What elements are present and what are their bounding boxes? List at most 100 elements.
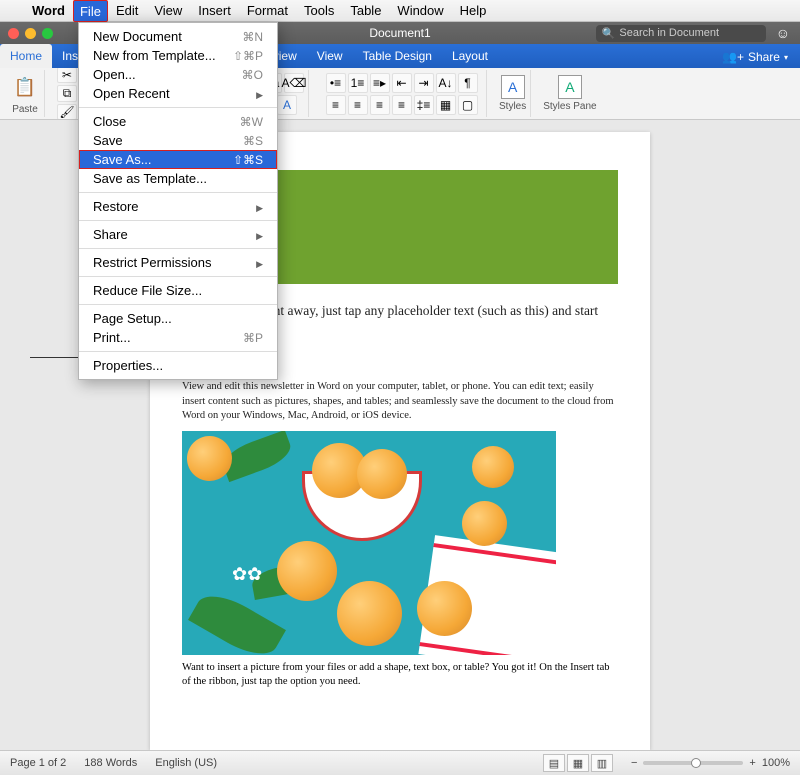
menu-item-reduce-file-size[interactable]: Reduce File Size... (79, 281, 277, 300)
styles-pane-button[interactable]: A (558, 75, 582, 99)
zoom-out[interactable]: − (631, 757, 637, 769)
menu-item-open[interactable]: Open...⌘O (79, 65, 277, 84)
menu-separator (79, 304, 277, 305)
search-placeholder: Search in Document (619, 27, 719, 39)
bullets[interactable]: •≡ (326, 73, 346, 93)
menu-shortcut: ⇧⌘S (233, 153, 263, 167)
menu-item-share[interactable]: Share (79, 225, 277, 244)
menu-view[interactable]: View (146, 0, 190, 22)
multilevel[interactable]: ≡▸ (370, 73, 390, 93)
view-buttons: ▤ ▦ ▥ (543, 754, 613, 772)
submenu-arrow-icon (256, 227, 263, 242)
menu-separator (79, 248, 277, 249)
menu-file[interactable]: File (73, 0, 108, 22)
shading[interactable]: ▦ (436, 95, 456, 115)
menu-item-label: Properties... (93, 358, 163, 373)
justify[interactable]: ≡ (392, 95, 412, 115)
align-left[interactable]: ≡ (326, 95, 346, 115)
menu-item-page-setup[interactable]: Page Setup... (79, 309, 277, 328)
zoom-value[interactable]: 100% (762, 757, 790, 769)
indent-right[interactable]: ⇥ (414, 73, 434, 93)
close-window[interactable] (8, 28, 19, 39)
menu-item-open-recent[interactable]: Open Recent (79, 84, 277, 103)
print-layout-view[interactable]: ▤ (543, 754, 565, 772)
menu-item-label: Restrict Permissions (93, 255, 211, 270)
sort[interactable]: A↓ (436, 73, 456, 93)
menu-separator (79, 107, 277, 108)
paragraph-group: •≡ 1≡ ≡▸ ⇤ ⇥ A↓ ¶ ≡ ≡ ≡ ≡ ‡≡ ▦ ▢ (317, 70, 487, 117)
submenu-arrow-icon (256, 199, 263, 214)
menu-item-properties[interactable]: Properties... (79, 356, 277, 375)
menu-insert[interactable]: Insert (190, 0, 239, 22)
tab-view[interactable]: View (307, 44, 353, 68)
search-icon: 🔍 (602, 27, 616, 40)
caption-text[interactable]: Want to insert a picture from your files… (182, 661, 618, 689)
clear-format[interactable]: A⌫ (284, 73, 304, 93)
web-layout-view[interactable]: ▦ (567, 754, 589, 772)
text-effects[interactable]: A (277, 95, 297, 115)
body-text[interactable]: View and edit this newsletter in Word on… (182, 380, 618, 423)
menu-item-label: New Document (93, 29, 182, 44)
styles-group: A Styles (495, 70, 531, 117)
menu-table[interactable]: Table (342, 0, 389, 22)
zoom-slider[interactable] (643, 761, 743, 765)
outline-view[interactable]: ▥ (591, 754, 613, 772)
menu-item-save-as-template[interactable]: Save as Template... (79, 169, 277, 188)
styles-gallery[interactable]: A (501, 75, 525, 99)
menu-item-label: Share (93, 227, 128, 242)
menu-item-label: Page Setup... (93, 311, 172, 326)
menu-item-label: Restore (93, 199, 139, 214)
menu-tools[interactable]: Tools (296, 0, 342, 22)
tab-table-design[interactable]: Table Design (353, 44, 442, 68)
menu-item-new-from-template[interactable]: New from Template...⇧⌘P (79, 46, 277, 65)
paste-label: Paste (12, 104, 38, 115)
language[interactable]: English (US) (155, 757, 217, 769)
menu-item-save[interactable]: Save⌘S (79, 131, 277, 150)
paste-icon[interactable]: 📋 (10, 72, 40, 102)
app-name[interactable]: Word (24, 0, 73, 22)
styles-pane-label: Styles Pane (543, 101, 596, 112)
word-count[interactable]: 188 Words (84, 757, 137, 769)
align-right[interactable]: ≡ (370, 95, 390, 115)
mac-menubar: Word File Edit View Insert Format Tools … (0, 0, 800, 22)
menu-item-new-document[interactable]: New Document ⌘N (79, 27, 277, 46)
share-icon: 👥+ (722, 50, 744, 64)
menu-item-label: Open... (93, 67, 136, 82)
menu-item-print[interactable]: Print...⌘P (79, 328, 277, 347)
menu-item-close[interactable]: Close⌘W (79, 112, 277, 131)
tab-home[interactable]: Home (0, 44, 52, 68)
share-button[interactable]: 👥+Share▾ (710, 46, 800, 68)
zoom-window[interactable] (42, 28, 53, 39)
copy-button[interactable]: ⧉ (57, 85, 77, 102)
submenu-arrow-icon (256, 86, 263, 101)
menu-item-save-as[interactable]: Save As... ⇧⌘S (79, 150, 277, 169)
zoom-in[interactable]: + (749, 757, 755, 769)
menu-help[interactable]: Help (452, 0, 495, 22)
traffic-lights (0, 28, 61, 39)
align-center[interactable]: ≡ (348, 95, 368, 115)
format-painter[interactable]: 🖌 (57, 104, 77, 120)
menu-item-label: Print... (93, 330, 131, 345)
line-spacing[interactable]: ‡≡ (414, 95, 434, 115)
menu-window[interactable]: Window (389, 0, 451, 22)
tab-layout[interactable]: Layout (442, 44, 498, 68)
apple-menu[interactable] (8, 0, 24, 22)
cut-button[interactable]: ✂ (57, 68, 77, 83)
menu-item-label: Save As... (93, 152, 152, 167)
inline-image[interactable]: ✿✿ (182, 431, 556, 655)
submenu-arrow-icon (256, 255, 263, 270)
search-field[interactable]: 🔍 Search in Document (596, 25, 766, 42)
menu-format[interactable]: Format (239, 0, 296, 22)
menu-item-restrict-permissions[interactable]: Restrict Permissions (79, 253, 277, 272)
numbering[interactable]: 1≡ (348, 73, 368, 93)
show-marks[interactable]: ¶ (458, 73, 478, 93)
menu-edit[interactable]: Edit (108, 0, 146, 22)
menu-shortcut: ⌘N (242, 30, 263, 44)
menu-item-label: Save (93, 133, 123, 148)
minimize-window[interactable] (25, 28, 36, 39)
page-indicator[interactable]: Page 1 of 2 (10, 757, 66, 769)
menu-item-restore[interactable]: Restore (79, 197, 277, 216)
help-icon[interactable]: ☺ (766, 25, 800, 41)
indent-left[interactable]: ⇤ (392, 73, 412, 93)
borders[interactable]: ▢ (458, 95, 478, 115)
